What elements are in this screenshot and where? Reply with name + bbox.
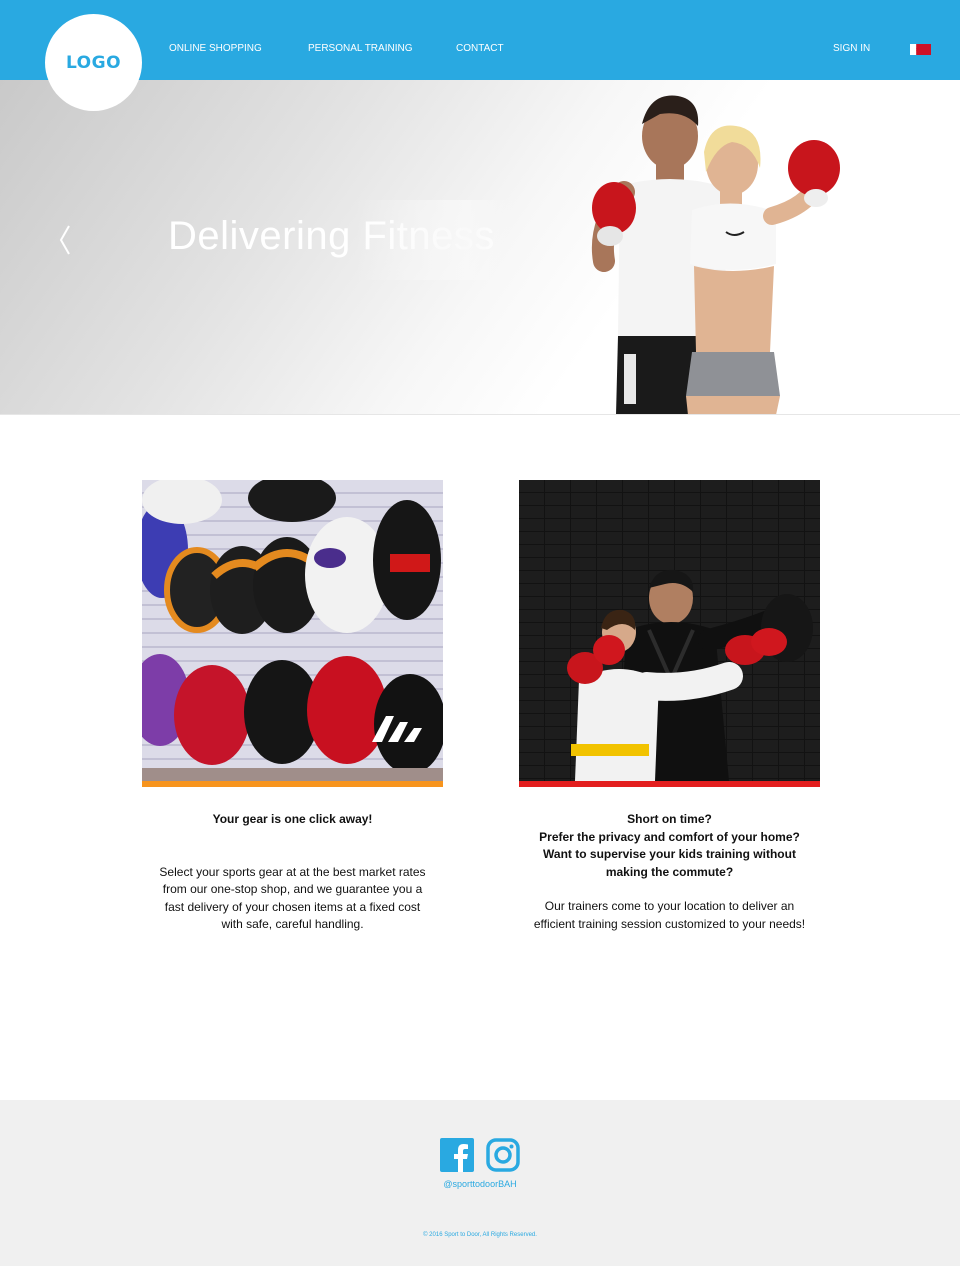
body-line: from our one-stop shop, and we guarantee…: [162, 882, 423, 896]
facebook-icon[interactable]: [440, 1138, 474, 1172]
body-line: Select your sports gear at at the best m…: [159, 864, 426, 879]
heading-line: making the commute?: [605, 864, 734, 879]
gear-shop-image: [142, 480, 443, 781]
card-body: Our trainers come to your location to de…: [519, 898, 820, 933]
hero-image: [591, 95, 840, 414]
nav-online-shopping[interactable]: ONLINE SHOPPING: [169, 43, 262, 54]
social-handle[interactable]: @sporttodoorBAH: [0, 1179, 960, 1189]
hero-banner: Delivering Fitness: [0, 80, 960, 415]
training-image: [519, 480, 820, 781]
shopping-card: Your gear is one click away! Select your…: [142, 480, 443, 934]
card-body: Select your sports gear at at the best m…: [142, 864, 443, 934]
heading-line: Your gear is one click away!: [212, 812, 373, 826]
body-line: Our trainers come to your location to de…: [544, 899, 795, 913]
site-footer: @sporttodoorBAH © 2016 Sport to Door, Al…: [0, 1100, 960, 1266]
sign-in-link[interactable]: SIGN IN: [833, 43, 870, 54]
body-line: fast delivery of your chosen items at a …: [164, 899, 421, 914]
logo[interactable]: LOGO: [45, 14, 142, 111]
copyright-text: © 2016 Sport to Door, All Rights Reserve…: [423, 1232, 537, 1238]
nav-personal-training[interactable]: PERSONAL TRAINING: [308, 43, 412, 54]
heading-line: Short on time?: [627, 812, 712, 826]
instagram-icon[interactable]: [486, 1138, 520, 1172]
card-accent-bar: [519, 781, 820, 787]
training-card: Short on time? Prefer the privacy and co…: [519, 480, 820, 933]
nav-contact[interactable]: CONTACT: [456, 43, 504, 54]
heading-line: Want to supervise your kids training wit…: [543, 847, 796, 861]
body-line: efficient training session customized to…: [533, 916, 806, 931]
social-links: [440, 1138, 520, 1172]
card-accent-bar: [142, 781, 443, 787]
bahrain-flag-icon[interactable]: [910, 44, 931, 55]
card-heading: Your gear is one click away!: [142, 811, 443, 829]
body-line: with safe, careful handling.: [221, 917, 364, 931]
heading-line: Prefer the privacy and comfort of your h…: [539, 829, 800, 844]
logo-text: LOGO: [65, 52, 122, 73]
chevron-left-icon[interactable]: [55, 220, 77, 260]
card-heading: Short on time? Prefer the privacy and co…: [519, 811, 820, 881]
site-header: ONLINE SHOPPING PERSONAL TRAINING CONTAC…: [0, 0, 960, 80]
